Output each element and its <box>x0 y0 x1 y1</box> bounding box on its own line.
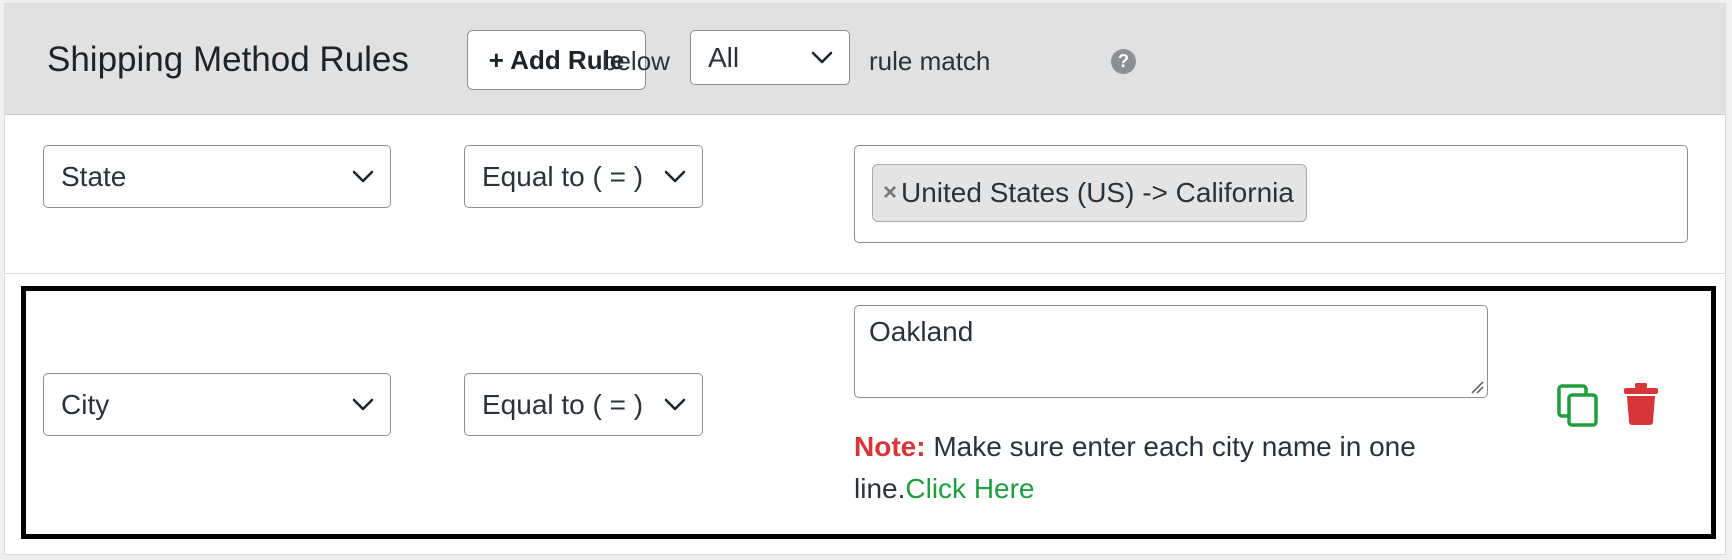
row-divider <box>5 273 1725 274</box>
rule-1-field-value: State <box>61 160 127 192</box>
below-label: below <box>602 46 670 76</box>
shipping-rules-panel: Shipping Method Rules + Add Rule below A… <box>4 3 1726 555</box>
rule-match-label: rule match <box>869 46 991 76</box>
selected-value-chip: × United States (US) -> California <box>872 164 1307 222</box>
rule-1-value-multiselect[interactable]: × United States (US) -> California <box>854 145 1688 243</box>
rule-match-select[interactable]: All <box>690 30 850 85</box>
question-circle-icon[interactable]: ? <box>1111 49 1136 74</box>
rules-header: Shipping Method Rules + Add Rule below A… <box>5 4 1725 115</box>
chevron-down-icon <box>811 51 833 63</box>
chip-remove-icon[interactable]: × <box>883 179 897 207</box>
highlight-border <box>21 286 1716 539</box>
page-title: Shipping Method Rules <box>47 40 409 79</box>
chevron-down-icon <box>352 170 374 182</box>
help-glyph: ? <box>1118 51 1129 71</box>
rule-1-field-select[interactable]: State <box>43 145 391 208</box>
rule-1-operator-select[interactable]: Equal to ( = ) <box>464 145 703 208</box>
chevron-down-icon <box>664 170 686 182</box>
rule-1-operator-value: Equal to ( = ) <box>482 160 644 192</box>
chip-label: United States (US) -> California <box>901 177 1294 208</box>
rule-match-select-value: All <box>708 41 740 73</box>
